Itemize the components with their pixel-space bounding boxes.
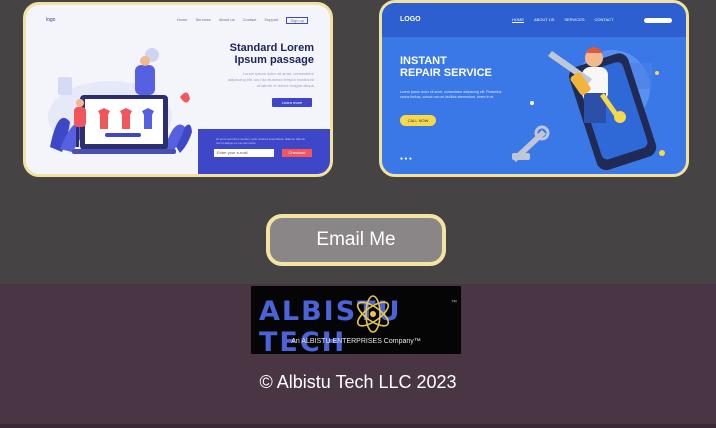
card2-title: INSTANT REPAIR SERVICE: [400, 55, 492, 79]
card1-learn-more-button[interactable]: Learn more: [272, 98, 312, 107]
card1-title-line: Ipsum passage: [234, 54, 314, 66]
card1-title: Standard Lorem Ipsum passage: [206, 42, 314, 66]
card1-logo: logo: [46, 17, 56, 23]
card2-search-bar: [644, 18, 672, 23]
card1-nav-item: About us: [218, 17, 235, 22]
card2-social-icons: ● ● ●: [400, 156, 412, 162]
card2-nav-item: CONTACT: [594, 17, 614, 22]
card2-nav-item: ABOUT US: [534, 17, 555, 22]
albistu-tech-logo[interactable]: ALBISTU TECH ™ An ALBISTU ENTERPRISES Co…: [251, 286, 461, 358]
portfolio-section: logo Home Services About us Contact Supp…: [0, 0, 716, 284]
footer-bottom-strip: [0, 424, 716, 428]
footer: ALBISTU TECH ™ An ALBISTU ENTERPRISES Co…: [0, 284, 716, 428]
portfolio-card-ecommerce[interactable]: logo Home Services About us Contact Supp…: [23, 2, 333, 177]
card2-nav-item: SERVICES: [564, 17, 585, 22]
portfolio-card-repair[interactable]: LOGO HOME ABOUT US SERVICES CONTACT INST…: [379, 0, 689, 177]
card1-title-line: Standard Lorem: [229, 42, 314, 54]
atom-icon: [356, 295, 390, 333]
card2-title-line: INSTANT: [400, 55, 447, 67]
card1-checkout-button[interactable]: Checkout: [282, 149, 312, 157]
card1-nav-item: Home: [176, 17, 188, 22]
card2-logo: LOGO: [400, 16, 421, 23]
card2-nav-item: HOME: [512, 17, 524, 22]
repairman-phone-illustration: [512, 47, 665, 171]
card2-call-now-button[interactable]: CALL NOW: [400, 115, 436, 126]
email-me-button[interactable]: Email Me: [266, 214, 446, 266]
card2-subtitle: Lorem ipsum dolor sit amet, consectetur …: [400, 90, 502, 99]
card1-subtitle: Lorem ipsum dolor sit amet, consectetur …: [227, 71, 314, 88]
card1-email-input[interactable]: Enter your e-mail: [214, 149, 274, 157]
card1-nav-item: Sign up: [286, 17, 308, 24]
card1-nav: Home Services About us Contact Support S…: [177, 17, 308, 24]
card1-nav-item: Contact: [242, 17, 257, 22]
card1-band-text: Ut enim ad minim veniam, quis nostrud ex…: [216, 137, 305, 145]
card1-nav-item: Support: [264, 17, 279, 22]
card2-title-line: REPAIR SERVICE: [400, 67, 492, 79]
logo-trademark: ™: [451, 300, 457, 306]
logo-tagline: An ALBISTU ENTERPRISES Company™: [291, 338, 421, 345]
card2-nav: HOME ABOUT US SERVICES CONTACT: [512, 17, 614, 22]
copyright-text: © Albistu Tech LLC 2023: [259, 372, 457, 392]
ecommerce-illustration: [48, 48, 192, 154]
card1-nav-item: Services: [195, 17, 211, 22]
